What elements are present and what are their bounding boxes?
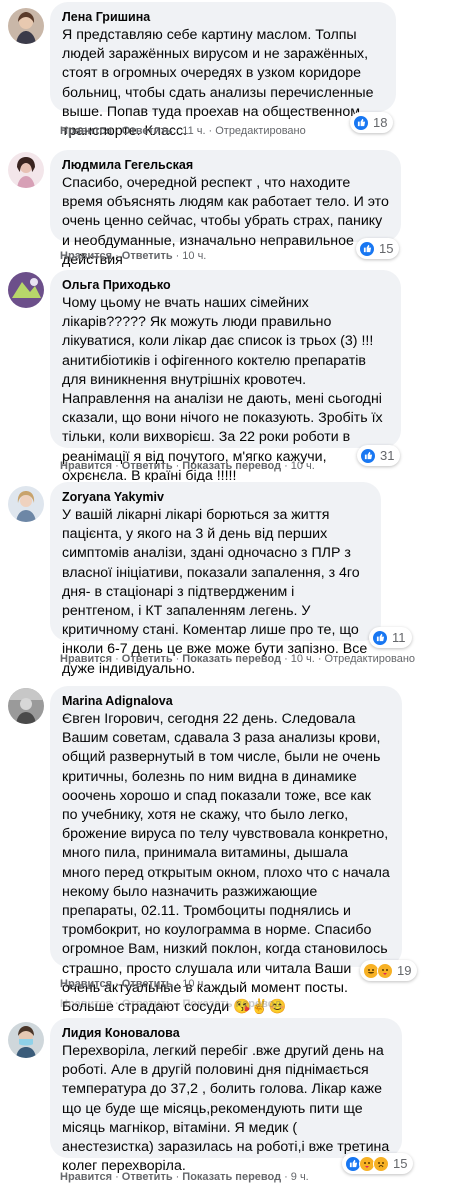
avatar[interactable] — [8, 8, 44, 44]
comment-time[interactable]: 10 ч. — [182, 250, 206, 262]
reactions-badge[interactable]: 11 — [369, 627, 412, 648]
reactions-count: 11 — [392, 630, 406, 645]
comment-actions: Нравится · Ответить · Показать перевод · 9 ч. — [60, 1171, 309, 1183]
reactions-badge[interactable]: 15 — [342, 1153, 414, 1174]
avatar[interactable] — [8, 1022, 44, 1058]
reply-button[interactable]: Ответить — [122, 1171, 173, 1183]
comment-author[interactable]: Ольга Приходько — [62, 277, 389, 293]
reactions-badge[interactable]: 19 — [360, 960, 418, 981]
reactions-count: 15 — [393, 1156, 408, 1171]
reply-button[interactable]: Ответить — [122, 460, 173, 472]
like-button[interactable]: Нравится — [60, 1171, 112, 1183]
comment-bubble: Лидия Коновалова Перехворіла, легкий пер… — [50, 1018, 402, 1174]
like-button[interactable]: Нравится — [60, 978, 112, 990]
comment-time[interactable]: 10 ч. — [291, 460, 315, 472]
comment-text: Євген Ігорович, сегодня 22 день. Следова… — [62, 710, 390, 1017]
avatar[interactable] — [8, 688, 44, 724]
translate-button[interactable]: Показать перевод — [182, 460, 281, 472]
reply-button[interactable]: Ответить — [122, 653, 173, 665]
reactions-badge[interactable]: 31 — [357, 445, 401, 466]
reactions-badge[interactable]: 18 — [350, 112, 394, 133]
like-button[interactable]: Нравится — [60, 460, 112, 472]
comment-actions: Нравится · Ответить · Показать перевод · 10 ч. — [60, 460, 315, 472]
comment-actions: Нравится · Ответить · Показать перевод · 10 ч.… — [60, 653, 416, 665]
reactions-count: 18 — [373, 115, 388, 130]
edited-label: Отредактировано — [324, 653, 416, 665]
comment-author[interactable]: Zoryana Yakymiv — [62, 489, 369, 505]
comment-author[interactable]: Marina Adignalova — [62, 693, 390, 709]
comment-bubble: Marina Adignalova Євген Ігорович, сегодн… — [50, 686, 402, 1015]
avatar[interactable] — [8, 272, 44, 308]
reactions-count: 31 — [380, 448, 395, 463]
comment-author[interactable]: Лена Гришина — [62, 9, 384, 25]
reactions-badge[interactable]: 15 — [356, 238, 400, 259]
reactions-count: 15 — [379, 241, 394, 256]
comment-time[interactable]: 9 ч. — [291, 1171, 309, 1183]
like-button[interactable]: Нравится — [60, 250, 112, 262]
comment-text: Чому цьому не вчать наших сімейних лікар… — [62, 295, 383, 484]
comment-actions: Нравится · Ответить · 11 ч. · Отредактировано — [60, 125, 306, 137]
reply-button[interactable]: Ответить — [122, 978, 173, 990]
comment-time[interactable]: 11 ч. — [182, 125, 205, 137]
comment-author[interactable]: Людмила Гегельская — [62, 157, 389, 173]
like-icon — [360, 447, 376, 464]
like-button[interactable]: Нравится — [60, 653, 112, 665]
translate-button[interactable]: Показать перевод — [182, 1171, 281, 1183]
comment-time[interactable]: 10 ч. — [291, 653, 315, 665]
avatar[interactable] — [8, 152, 44, 188]
comment-text: Перехворіла, легкий перебіг .вже другий … — [62, 1043, 390, 1175]
translate-button[interactable]: Показать перевод — [182, 653, 281, 665]
comment-actions: Нравится · Ответить · 10 ч. — [60, 250, 207, 262]
faded-actions-row: Нравится · Ответить · Показать перевод — [60, 998, 282, 1010]
reply-button[interactable]: Ответить — [122, 125, 173, 137]
like-icon — [353, 114, 369, 131]
comment-bubble: Лена Гришина Я представляю себе картину … — [50, 2, 396, 139]
sad-icon — [373, 1155, 389, 1172]
like-button[interactable]: Нравится — [60, 125, 112, 137]
comment-actions: Нравится · Ответить · 10 ч. — [60, 978, 207, 990]
comment-bubble: Людмила Гегельская Спасибо, очередной ре… — [50, 150, 401, 268]
comment-time[interactable]: 10 ч. — [182, 978, 206, 990]
avatar[interactable] — [8, 486, 44, 522]
care-icon — [377, 962, 393, 979]
reactions-count: 19 — [397, 963, 412, 978]
reply-button[interactable]: Ответить — [122, 250, 173, 262]
like-icon — [372, 629, 388, 646]
comment-author[interactable]: Лидия Коновалова — [62, 1025, 390, 1041]
comment-bubble: Ольга Приходько Чому цьому не вчать наши… — [50, 270, 401, 484]
comment-bubble: Zoryana Yakymiv У вашій лікарні лікарі б… — [50, 482, 381, 677]
comment-text-body: Євген Ігорович, сегодня 22 день. Следова… — [62, 711, 390, 1016]
edited-label: Отредактировано — [215, 125, 306, 137]
like-icon — [359, 240, 375, 257]
